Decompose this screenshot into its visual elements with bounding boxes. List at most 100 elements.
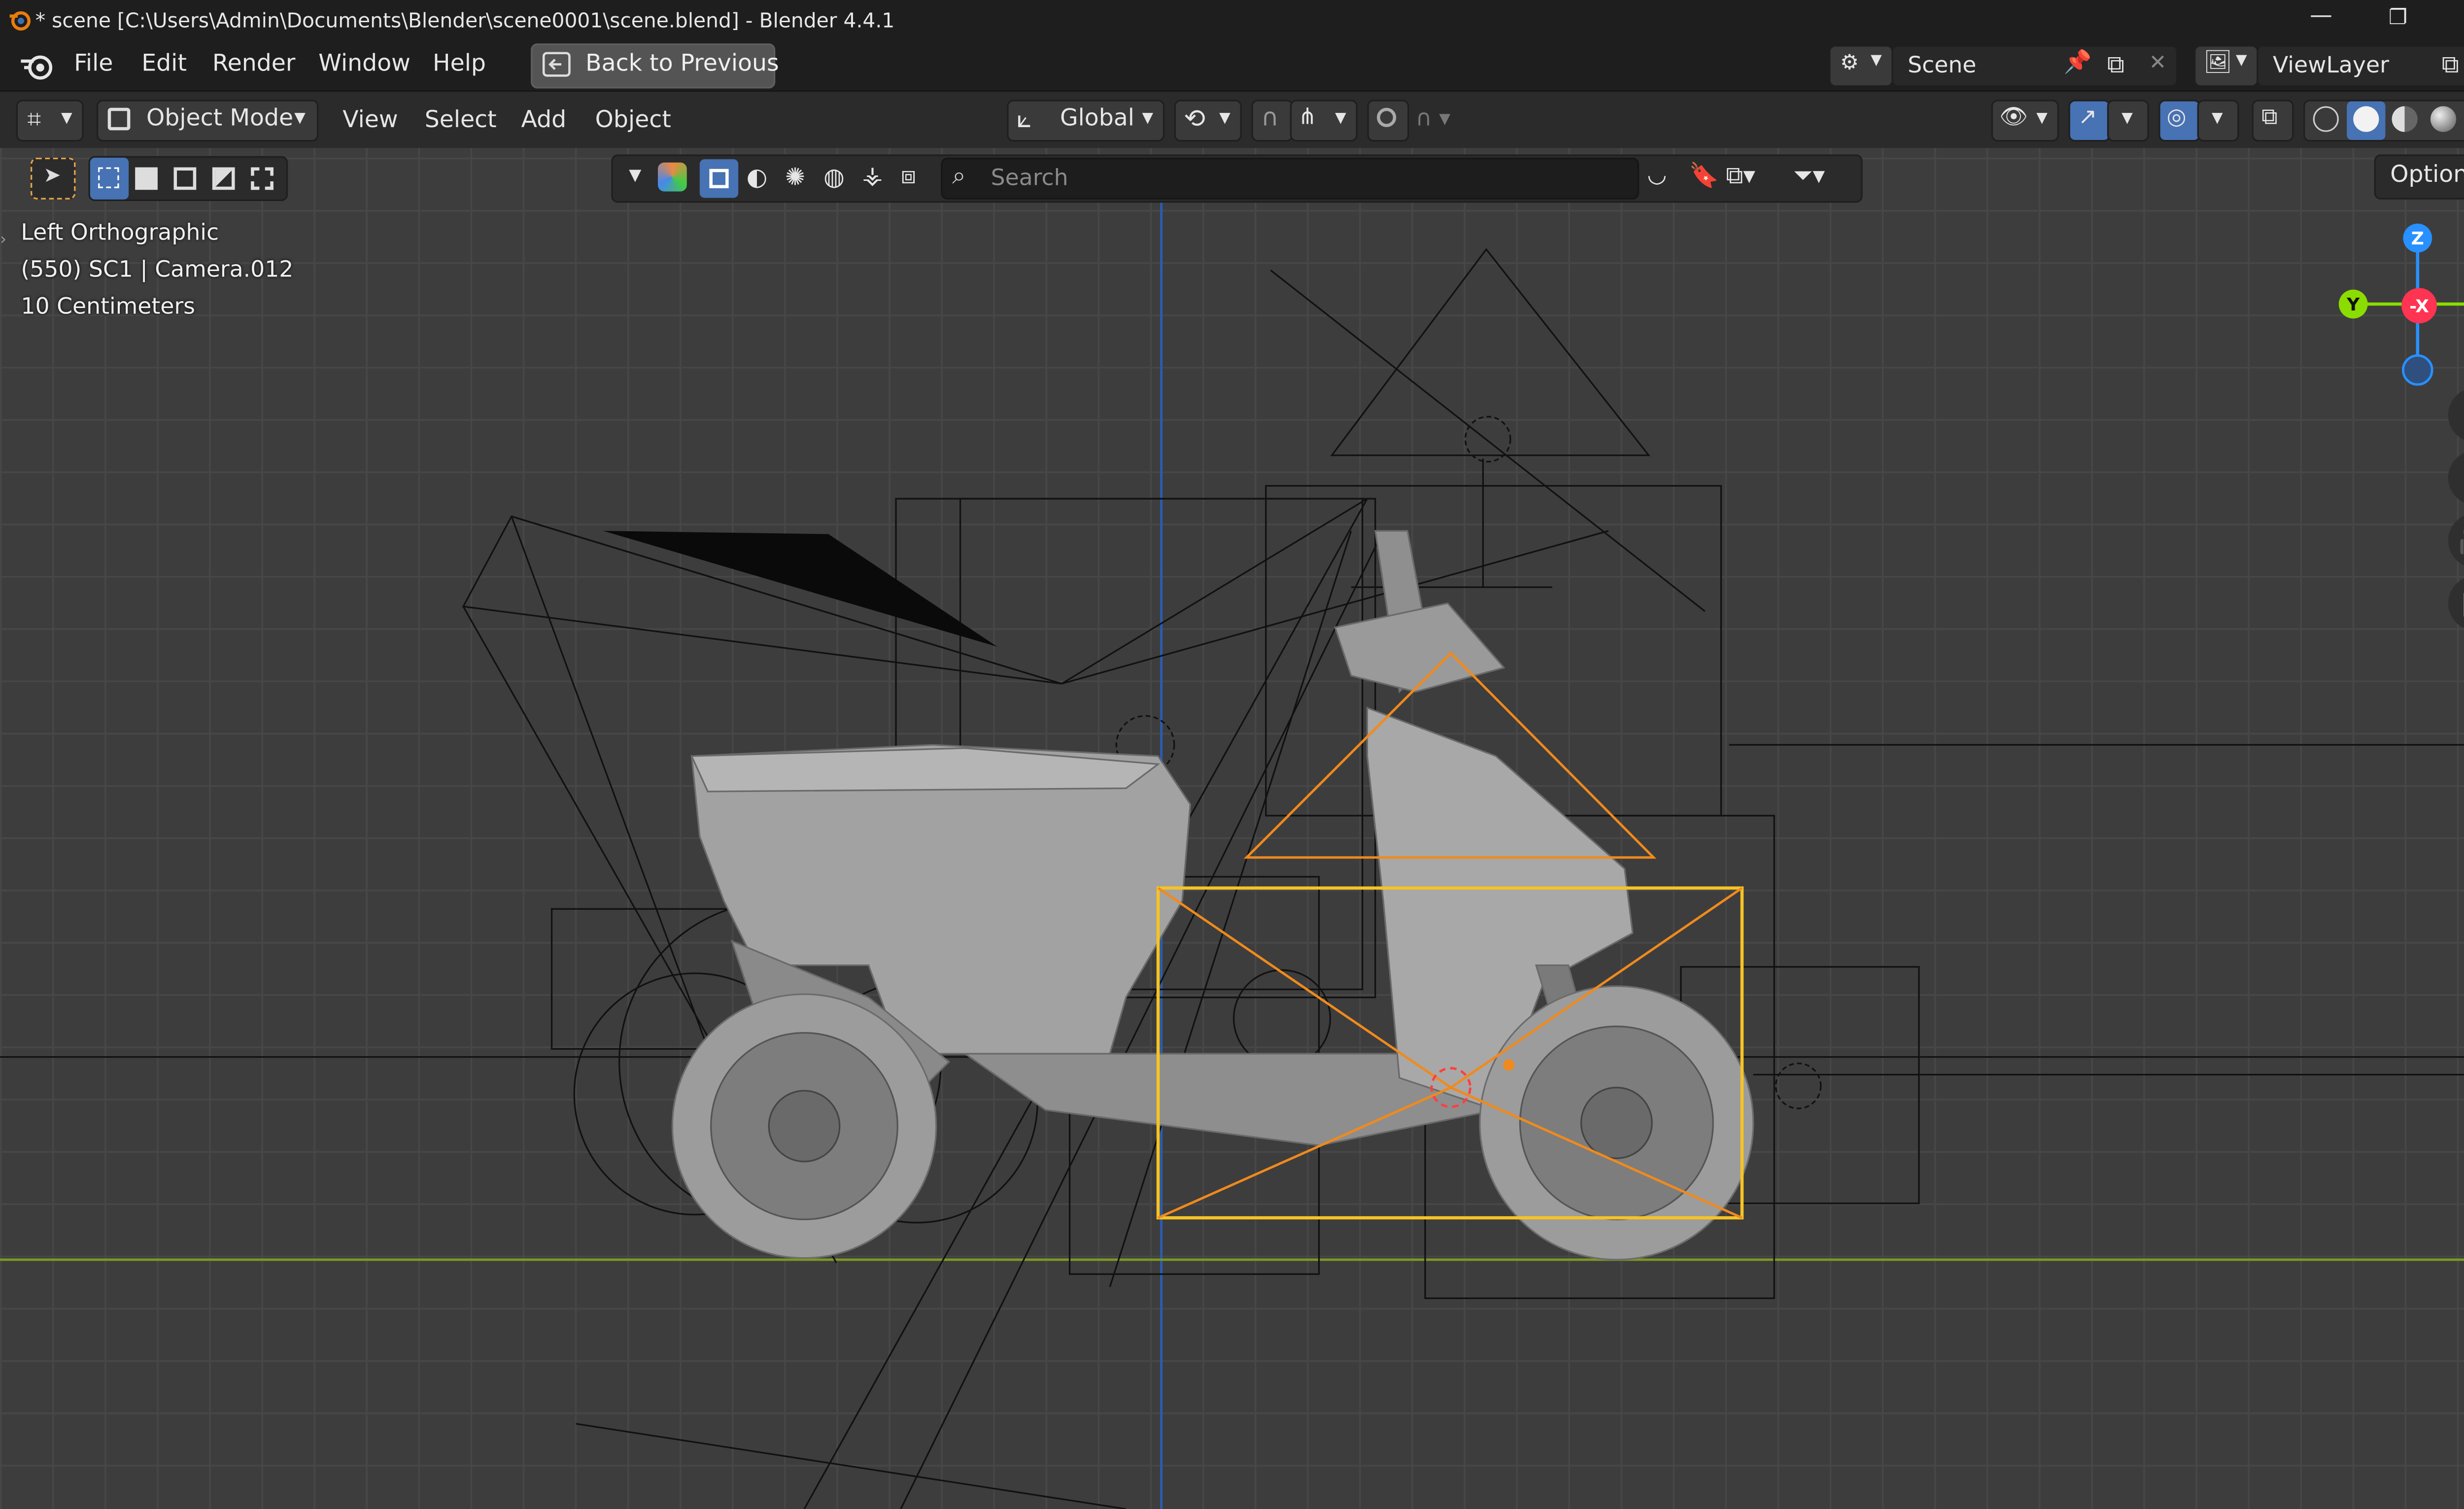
- xray-icon: ⧉: [2261, 104, 2278, 131]
- editor-type-icon: ⌗: [27, 104, 41, 134]
- orientation-label: Global: [1060, 106, 1134, 132]
- overlays-dropdown[interactable]: ▼: [2197, 100, 2239, 142]
- scene-name-field[interactable]: Scene 📌 ⧉ ✕: [1891, 45, 2178, 87]
- gizmo-y-label: Y: [2347, 293, 2360, 315]
- camera-filter-icon[interactable]: ⧈: [901, 161, 916, 190]
- viewport-scene: [0, 196, 2464, 1509]
- 3d-viewport[interactable]: ➤ ▼ ◐ ✺ ◍ ⚶ ⧈ ⌕ Search ◡ 🔖 ⧉▾ ⏷▾ Optio L…: [0, 148, 2464, 1509]
- overlays-toggle[interactable]: ◎: [2158, 100, 2201, 142]
- hierarchy-icon[interactable]: ⧉▾: [1726, 161, 1755, 190]
- select-new-icon[interactable]: [90, 157, 129, 200]
- falloff-icon[interactable]: ∩ ▾: [1415, 106, 1450, 132]
- back-to-previous-label: Back to Previous: [585, 51, 779, 77]
- menu-select[interactable]: Select: [425, 108, 497, 134]
- armature-filter-icon[interactable]: ⚶: [862, 161, 883, 190]
- cursor-icon: ➤: [43, 164, 61, 188]
- chevron-down-icon: ▼: [2212, 111, 2223, 127]
- xray-toggle[interactable]: ⧉: [2252, 100, 2294, 142]
- gizmo-x-axis[interactable]: -X: [2401, 288, 2437, 324]
- minimize-icon[interactable]: —: [2310, 3, 2332, 29]
- search-placeholder: Search: [991, 166, 1068, 192]
- light-filter-icon[interactable]: ✺: [785, 163, 805, 192]
- chevron-down-icon: ▼: [2122, 111, 2133, 127]
- pin-icon[interactable]: 📌: [2064, 50, 2092, 75]
- transform-orientation-dropdown[interactable]: ⟀ Global ▼: [1007, 100, 1165, 142]
- gizmo-z-label: Z: [2411, 227, 2424, 249]
- select-subtract-icon[interactable]: [173, 167, 197, 190]
- proportional-edit-toggle[interactable]: [1367, 100, 1409, 142]
- scene-name: Scene: [1908, 53, 1977, 79]
- back-to-previous-button[interactable]: Back to Previous: [531, 43, 779, 89]
- view-layer-field[interactable]: ViewLayer ⧉ ✕: [2257, 45, 2464, 87]
- menu-help[interactable]: Help: [433, 51, 486, 77]
- snap-toggle[interactable]: ∩: [1251, 100, 1294, 142]
- proportional-edit-icon: [1376, 107, 1397, 127]
- bookmark-icon[interactable]: 🔖: [1689, 161, 1719, 190]
- chevron-down-icon: ▼: [2235, 53, 2247, 69]
- top-menu-bar: File Edit Render Window Help Back to Pre…: [0, 41, 2464, 90]
- rendered-shading-icon[interactable]: [2430, 106, 2457, 132]
- options-label: Options: [2390, 162, 2464, 188]
- mesh-filter-icon[interactable]: ◐: [746, 163, 767, 192]
- chevron-down-icon: ▼: [1335, 111, 1346, 127]
- object-filter-icon[interactable]: [699, 159, 739, 198]
- new-view-layer-icon[interactable]: ⧉: [2442, 50, 2459, 79]
- gizmo-x-label: -X: [2409, 295, 2429, 316]
- select-tool-button[interactable]: ➤: [31, 157, 76, 200]
- options-dropdown[interactable]: Options ▼: [2374, 154, 2464, 200]
- chevron-down-icon: ▼: [1871, 53, 1882, 69]
- object-mode-label: Object Mode: [146, 106, 294, 132]
- title-bar: * scene [C:\Users\Admin\Documents\Blende…: [0, 0, 2464, 42]
- search-icon: ⌕: [952, 161, 966, 190]
- chevron-down-icon: ▼: [61, 111, 72, 127]
- chevron-down-icon: ▼: [1219, 111, 1231, 127]
- wireframe-shading-icon[interactable]: [2313, 106, 2339, 132]
- blender-menu-icon[interactable]: [18, 50, 56, 88]
- select-invert-icon[interactable]: [212, 167, 235, 190]
- delete-scene-icon[interactable]: ✕: [2149, 51, 2167, 75]
- window-title: * scene [C:\Users\Admin\Documents\Blende…: [35, 8, 895, 33]
- left-panel-toggle-icon[interactable]: ›: [0, 232, 6, 249]
- visibility-dropdown[interactable]: 👁 ▼: [1991, 100, 2059, 142]
- chevron-down-icon[interactable]: ▼: [629, 167, 641, 185]
- solid-shading-icon[interactable]: [2347, 101, 2386, 140]
- color-cube-icon[interactable]: [657, 162, 687, 192]
- chevron-down-icon: ▼: [294, 111, 306, 127]
- gizmo-icon: ↗: [2078, 104, 2097, 131]
- viewport-header: ⌗ ▼ Object Mode ▼ View Select Add Object…: [0, 90, 2464, 150]
- reference-wireframes: [0, 248, 2464, 1509]
- menu-view[interactable]: View: [342, 108, 398, 134]
- sort-icon[interactable]: ◡: [1647, 163, 1667, 188]
- material-shading-icon[interactable]: [2392, 106, 2418, 132]
- new-scene-icon[interactable]: ⧉: [2107, 50, 2124, 79]
- editor-type-dropdown[interactable]: ⌗ ▼: [16, 100, 84, 142]
- filter-funnel-icon[interactable]: ⏷▾: [1793, 161, 1825, 190]
- menu-window[interactable]: Window: [318, 51, 411, 77]
- pivot-point-dropdown[interactable]: ⟲ ▼: [1174, 100, 1242, 142]
- gizmo-y-axis[interactable]: Y: [2338, 289, 2368, 319]
- gizmo-toggle[interactable]: ↗: [2068, 100, 2111, 142]
- select-intersect-icon[interactable]: [251, 167, 274, 190]
- snap-target-dropdown[interactable]: ⋔ ▼: [1290, 100, 1358, 142]
- shading-modes: [2303, 100, 2464, 142]
- menu-render[interactable]: Render: [212, 51, 296, 77]
- pan-hand-icon: ✋: [2459, 462, 2464, 494]
- ortho-grid-icon: ▦: [2461, 585, 2464, 621]
- menu-edit[interactable]: Edit: [141, 51, 187, 77]
- view-layer-type-dropdown[interactable]: 🖼 ▼: [2194, 45, 2259, 87]
- maximize-icon[interactable]: ❐: [2389, 6, 2407, 31]
- menu-object[interactable]: Object: [595, 108, 671, 134]
- gizmo-z-axis[interactable]: Z: [2403, 223, 2432, 253]
- selection-mode-group: [88, 156, 288, 202]
- menu-add[interactable]: Add: [521, 108, 567, 134]
- select-extend-icon[interactable]: [135, 167, 158, 190]
- orientation-icon: ⟀: [1016, 103, 1032, 134]
- world-filter-icon[interactable]: ◍: [823, 163, 845, 192]
- gizmo-dropdown[interactable]: ▼: [2107, 100, 2149, 142]
- eye-icon: 👁: [1999, 104, 2028, 131]
- scene-type-dropdown[interactable]: ⚙ ▼: [1829, 45, 1893, 87]
- object-mode-dropdown[interactable]: Object Mode ▼: [96, 100, 319, 142]
- chevron-down-icon: ▼: [2036, 111, 2048, 127]
- search-input[interactable]: ⌕ Search: [941, 157, 1640, 200]
- menu-file[interactable]: File: [74, 51, 113, 77]
